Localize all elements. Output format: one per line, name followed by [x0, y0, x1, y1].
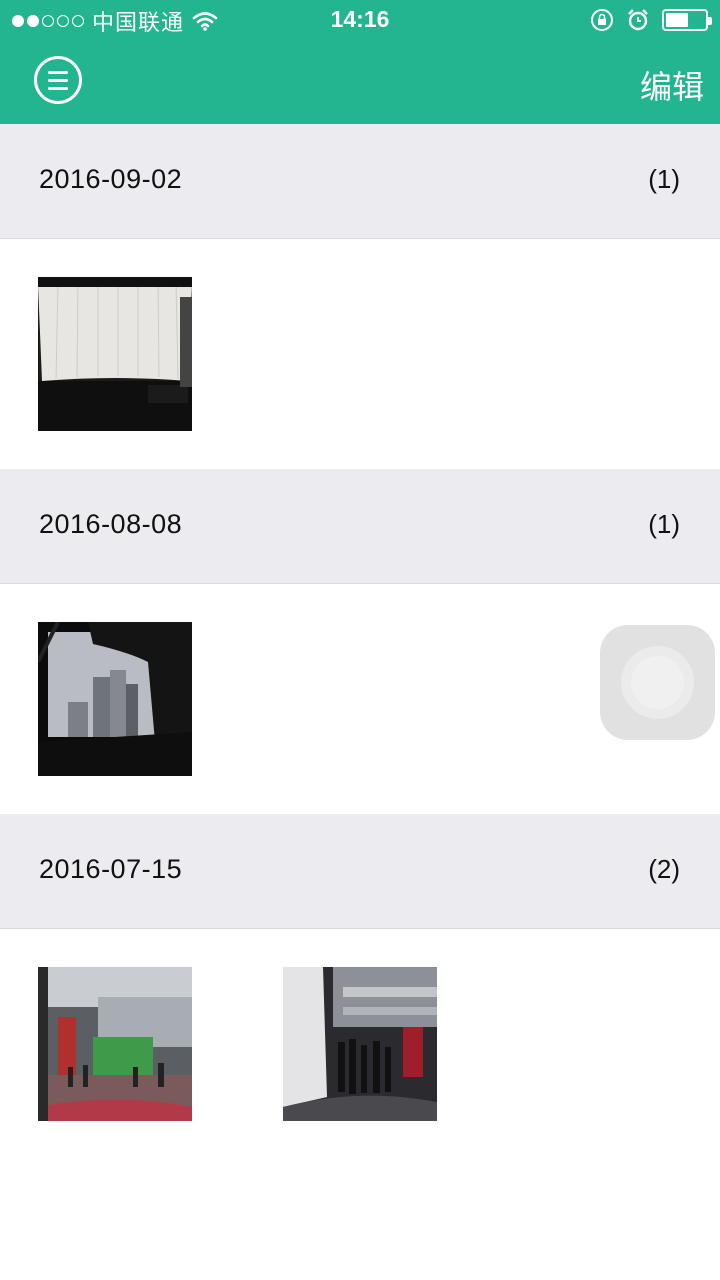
photo-thumbnail[interactable]: [38, 622, 192, 776]
battery-icon: [662, 9, 712, 31]
app-screen: 中国联通 14:16 编辑 2016-09-02 (1) 2016-08-08 …: [0, 0, 720, 1280]
section-photos: [0, 239, 720, 469]
menu-icon: [48, 71, 68, 74]
photo-thumbnail[interactable]: [38, 967, 192, 1121]
section-header: 2016-07-15 (2): [0, 814, 720, 929]
assistive-touch-button[interactable]: [600, 625, 715, 740]
section-count: (2): [648, 854, 680, 884]
photo-thumbnail[interactable]: [283, 967, 437, 1121]
section-date: 2016-08-08: [39, 509, 183, 539]
section-header: 2016-08-08 (1): [0, 469, 720, 584]
section-date: 2016-07-15: [39, 854, 183, 884]
edit-button[interactable]: 编辑: [640, 62, 704, 108]
photo-thumbnail[interactable]: [38, 277, 192, 431]
section-date: 2016-09-02: [39, 164, 183, 194]
section-count: (1): [648, 509, 680, 539]
top-bar: 中国联通 14:16 编辑: [0, 0, 720, 124]
section-photos: [0, 929, 720, 1159]
menu-button[interactable]: [34, 56, 82, 104]
rotation-lock-icon: [591, 9, 613, 31]
section-header: 2016-09-02 (1): [0, 124, 720, 239]
alarm-icon: [628, 9, 648, 31]
status-bar: 中国联通 14:16: [0, 0, 720, 40]
status-right: [590, 8, 712, 32]
section-count: (1): [648, 164, 680, 194]
